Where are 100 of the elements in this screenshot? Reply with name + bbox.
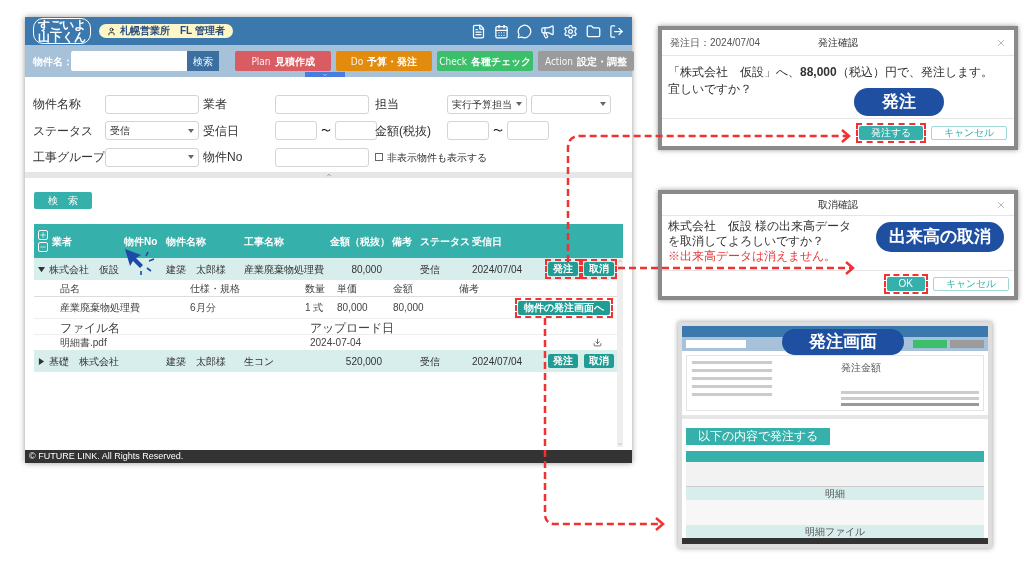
table-cell-text: 株式会社 仮設 — [49, 262, 119, 277]
column-header: 金額（税抜） — [330, 234, 390, 249]
table-cell-text: 80,000 — [351, 262, 382, 277]
dialog-message: 「株式会社 仮設」へ、88,000（税込）円で、発注します。 — [668, 64, 994, 81]
table-cell-text: 1 式 — [305, 301, 325, 315]
order-date: 発注日：2024/07/04 — [670, 36, 761, 50]
select-field[interactable]: 実行予算担当 — [447, 94, 527, 114]
column-header: 金額 — [393, 281, 414, 296]
collapse-all-icon[interactable] — [38, 242, 48, 252]
document-icon[interactable] — [471, 23, 486, 39]
checkbox[interactable] — [375, 153, 383, 162]
column-header: ステータス — [420, 234, 470, 249]
range-separator: 〜 — [321, 124, 331, 139]
table-cell-text: 受信 — [420, 354, 440, 369]
table-cell-text: 6月分 — [190, 301, 217, 315]
collapse-bar[interactable] — [25, 172, 632, 178]
search-button[interactable]: 検索 — [187, 51, 219, 71]
search-button[interactable]: 検 索 — [34, 192, 92, 209]
expand-all-icon[interactable] — [38, 230, 48, 240]
action-button[interactable]: 発注 — [548, 354, 578, 368]
field-label: 業者 — [203, 96, 228, 113]
callout-label: 出来高の取消 — [876, 222, 1004, 252]
close-icon[interactable] — [996, 37, 1006, 48]
input-field[interactable] — [105, 94, 199, 114]
field-label: 工事グループ — [33, 149, 105, 167]
phase-button[interactable]: Plan 見積作成 — [235, 51, 331, 71]
callout-label: 発注 — [854, 88, 944, 116]
column-header: 物件名称 — [166, 234, 206, 249]
expand-tab[interactable] — [305, 72, 345, 77]
column-header: 数量 — [305, 281, 326, 296]
column-header: 受信日 — [472, 234, 502, 249]
table-cell-text: 2024/07/04 — [472, 262, 523, 277]
calendar-icon[interactable] — [494, 23, 509, 39]
dialog-button[interactable]: キャンセル — [931, 125, 1007, 140]
range-separator: 〜 — [493, 124, 503, 139]
select-field[interactable]: 受信 — [105, 121, 199, 141]
section-header: 明細ファイル — [686, 525, 984, 539]
select-field[interactable] — [531, 94, 611, 114]
dialog-button[interactable]: 発注する — [859, 125, 923, 140]
chevron-up-icon — [325, 172, 332, 178]
input-field[interactable] — [507, 121, 549, 141]
logout-icon[interactable] — [609, 23, 624, 39]
folder-icon[interactable] — [586, 23, 601, 39]
phase-button[interactable]: Action 設定・調整 — [538, 51, 634, 71]
input-field[interactable] — [335, 121, 377, 141]
column-header: 業者 — [52, 234, 72, 249]
input-field[interactable] — [275, 147, 369, 167]
column-header: 備考 — [459, 281, 480, 296]
phase-button[interactable]: Do 予算・発注 — [336, 51, 432, 71]
scroll-down-icon[interactable] — [617, 441, 623, 447]
dialog-button[interactable]: OK — [886, 276, 925, 291]
action-button[interactable]: 取消 — [584, 354, 614, 368]
megaphone-icon[interactable] — [540, 23, 555, 39]
field-label: 物件No — [203, 149, 244, 167]
chevron-down-icon — [322, 71, 328, 78]
dropdown-arrow-icon — [188, 155, 194, 160]
dialog-message: 株式会社 仮設 様の出来高データを取消してよろしいですか？ — [668, 219, 853, 249]
column-header: ファイル名 — [60, 320, 121, 337]
table-cell-text: 明細書.pdf — [60, 336, 108, 350]
logo: すごいよ 山下くん — [33, 18, 91, 44]
table-cell-text: 建築 太郎様 — [166, 262, 226, 277]
input-field[interactable] — [275, 121, 317, 141]
section-header: 明細 — [686, 487, 984, 501]
table-row[interactable]: 基礎 株式会社 建築 太郎様 生コン 520,000 受信 2024/07/04 発注 取消 — [34, 350, 617, 372]
column-header: アップロード日 — [310, 320, 395, 337]
field-label: 受信日 — [203, 122, 240, 140]
expanded-triangle-icon[interactable] — [38, 265, 45, 273]
scrollbar[interactable] — [617, 258, 623, 447]
phase-button[interactable]: Check 各種チェック — [437, 51, 533, 71]
table-cell-text: 生コン — [244, 354, 274, 369]
column-header: 仕様・規格 — [190, 281, 241, 296]
submit-button[interactable]: 以下の内容で発注する — [686, 427, 830, 445]
settings-icon[interactable] — [563, 23, 578, 39]
close-icon[interactable] — [996, 199, 1006, 210]
chat-icon[interactable] — [517, 23, 532, 39]
table-cell-text: 2024-07-04 — [310, 336, 363, 350]
table-cell-text: 産業廃棄物処理費 — [244, 262, 324, 277]
table-cell-text: 80,000 — [337, 301, 369, 315]
field-label: ステータス — [33, 122, 94, 140]
action-button[interactable]: 取消 — [584, 262, 614, 276]
collapsed-triangle-icon[interactable] — [38, 357, 45, 365]
dialog-button[interactable]: キャンセル — [933, 276, 1009, 291]
select-field[interactable] — [105, 147, 199, 167]
dialog-title: 取消確認 — [818, 198, 858, 212]
search-field[interactable] — [71, 51, 187, 71]
table-row[interactable]: 株式会社 仮設 建築 太郎様 産業廃棄物処理費 80,000 受信 2024/07/04 発注 取消 — [34, 258, 617, 280]
field-label: 担当 — [375, 96, 400, 113]
column-header: 品名 — [60, 281, 81, 296]
summary-title: 発注金額 — [841, 361, 882, 376]
download-icon[interactable] — [593, 338, 602, 347]
scroll-up-icon[interactable] — [617, 258, 623, 264]
field-label: 物件名称 — [33, 96, 82, 113]
input-field[interactable] — [275, 94, 369, 114]
order-screen-button[interactable]: 物件の発注画面へ — [518, 300, 610, 315]
dialog-question: 宜しいですか？ — [668, 81, 753, 98]
table-cell-text: 受信 — [420, 262, 440, 277]
action-button[interactable]: 発注 — [548, 262, 578, 276]
input-field[interactable] — [447, 121, 489, 141]
table-cell-text: 520,000 — [345, 354, 382, 369]
column-header: 備考 — [392, 234, 412, 249]
